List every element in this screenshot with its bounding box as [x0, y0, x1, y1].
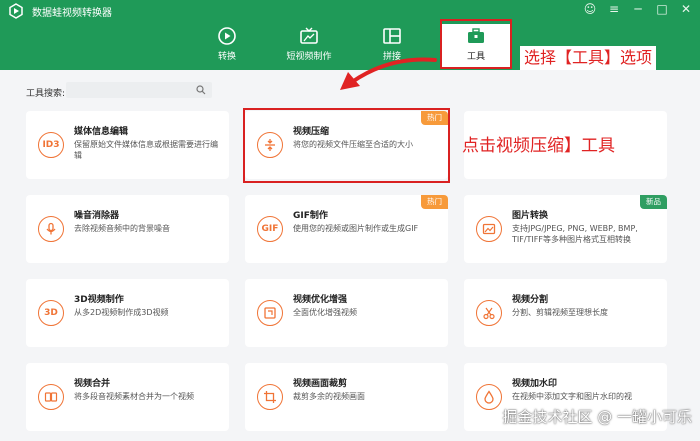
image-convert-icon	[476, 216, 502, 242]
tool-card-video-enhance[interactable]: 视频优化增强 全面优化增强视频	[245, 279, 448, 347]
card-desc: 去除视频音频中的背景噪音	[74, 224, 170, 233]
user-icon[interactable]: ☺	[582, 1, 598, 17]
compress-card-highlight-box	[243, 108, 450, 183]
search-label: 工具搜索:	[26, 89, 66, 99]
tool-card-video-crop[interactable]: 视频画面裁剪 裁剪多余的视频画面	[245, 363, 448, 431]
new-badge: 新品	[640, 195, 667, 209]
card-desc: 将多段音视频素材合并为一个视频	[74, 392, 194, 401]
card-desc: 全面优化增强视频	[293, 308, 357, 317]
id3-icon: ID3	[38, 132, 64, 158]
maximize-icon[interactable]: □	[654, 1, 670, 17]
scissors-icon	[476, 300, 502, 326]
tab-label: 转换	[217, 52, 236, 62]
tv-icon	[300, 27, 318, 44]
watermark-icon	[476, 384, 502, 410]
watermark-text: 掘金技术社区 @ 一罐小可乐	[502, 408, 692, 426]
tool-card-gif-maker[interactable]: GIF GIF制作 使用您的视频或图片制作或生成GIF 热门	[245, 195, 448, 263]
noise-icon	[38, 216, 64, 242]
tool-card-media-info[interactable]: ID3 媒体信息编辑 保留原始文件媒体信息或根据需要进行编辑	[26, 111, 229, 179]
card-desc: 裁剪多余的视频画面	[293, 392, 365, 401]
card-title: 3D视频制作	[74, 295, 124, 305]
close-icon[interactable]: ✕	[678, 1, 694, 17]
card-title: 视频合并	[74, 379, 111, 389]
card-desc: 分割、剪辑视频至理想长度	[512, 308, 608, 317]
tab-convert[interactable]: 转换	[192, 24, 262, 68]
merge-icon	[38, 384, 64, 410]
search-input[interactable]	[66, 82, 212, 98]
crop-icon	[257, 384, 283, 410]
card-desc: 使用您的视频或图片制作或生成GIF	[293, 224, 419, 233]
card-title: GIF制作	[293, 211, 328, 221]
tool-card-video-split[interactable]: 视频分割 分割、剪辑视频至理想长度	[464, 279, 667, 347]
3d-icon: 3D	[38, 300, 64, 326]
tools-tab-highlight-box	[440, 19, 512, 69]
card-title: 视频画面裁剪	[293, 379, 348, 389]
card-title: 视频加水印	[512, 379, 558, 389]
card-desc: 在视频中添加文字和图片水印的视	[512, 392, 632, 401]
card-desc: 支持JPG/JPEG, PNG, WEBP, BMP, TIF/TIFF等多种图…	[512, 224, 638, 244]
card-title: 媒体信息编辑	[74, 127, 129, 137]
window-controls: ☺ ≡ ─ □ ✕	[582, 1, 694, 17]
app-logo-icon	[9, 3, 23, 19]
search-icon[interactable]	[196, 85, 206, 95]
card-title: 图片转换	[512, 211, 549, 221]
card-title: 视频分割	[512, 295, 549, 305]
tool-card-3d-video[interactable]: 3D 3D视频制作 从多2D视频制作成3D视频	[26, 279, 229, 347]
menu-icon[interactable]: ≡	[606, 1, 622, 17]
app-title: 数据蛙视频转换器	[32, 8, 112, 19]
card-title: 噪音消除器	[74, 211, 120, 221]
tool-card-video-merge[interactable]: 视频合并 将多段音视频素材合并为一个视频	[26, 363, 229, 431]
convert-icon	[218, 27, 236, 45]
gif-icon: GIF	[257, 216, 283, 242]
tool-card-image-convert[interactable]: 图片转换 支持JPG/JPEG, PNG, WEBP, BMP, TIF/TIF…	[464, 195, 667, 263]
card-desc: 保留原始文件媒体信息或根据需要进行编辑	[74, 140, 218, 160]
layout-icon	[383, 28, 401, 44]
annotation-select-tool: 选择【工具】选项	[520, 46, 657, 70]
hot-badge: 热门	[421, 195, 448, 209]
minimize-icon[interactable]: ─	[630, 1, 646, 17]
enhance-icon	[257, 300, 283, 326]
tool-card-noise-remover[interactable]: 噪音消除器 去除视频音频中的背景噪音	[26, 195, 229, 263]
card-title: 视频优化增强	[293, 295, 348, 305]
annotation-click-compress: 点击视频压缩】工具	[462, 136, 615, 156]
card-desc: 从多2D视频制作成3D视频	[74, 308, 169, 317]
annotation-arrow-icon	[340, 57, 437, 90]
